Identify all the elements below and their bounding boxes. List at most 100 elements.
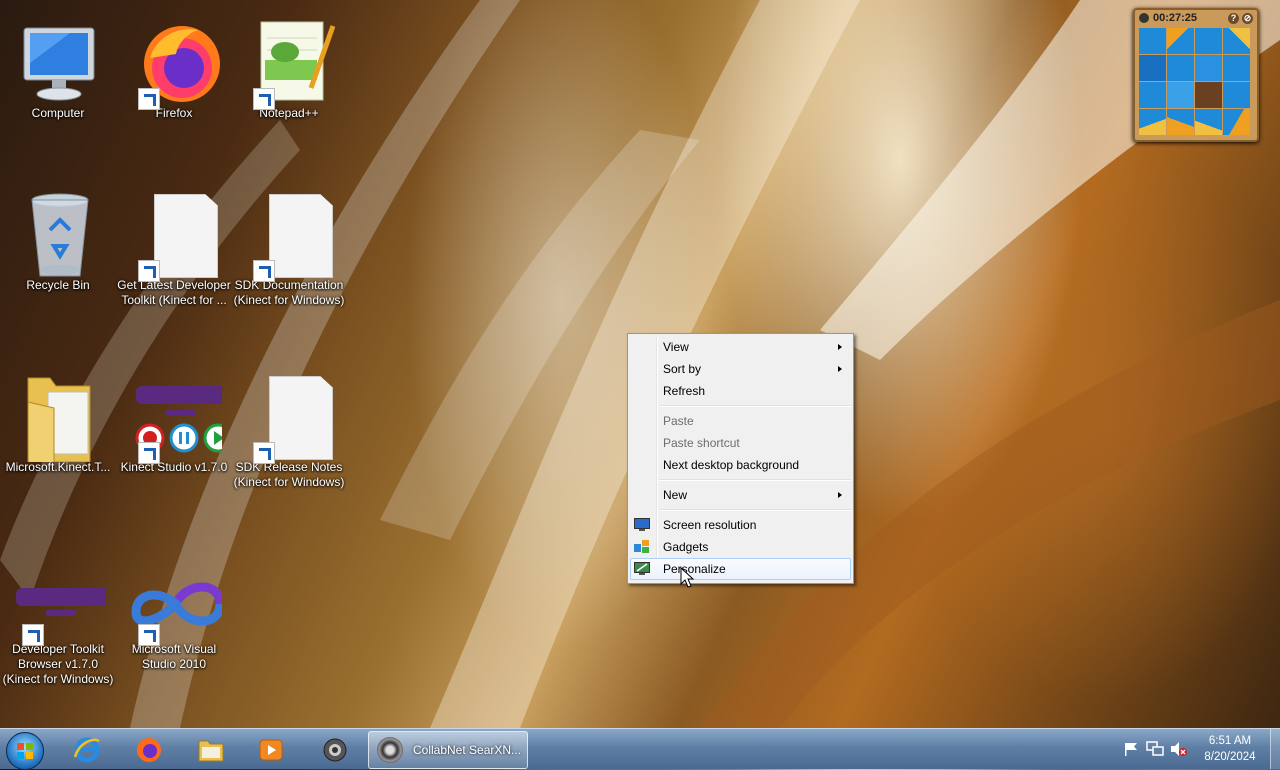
desktop-icon-label: Microsoft.Kinect.T... [5,460,111,474]
desktop-icon-label: Notepad++ [259,106,319,120]
taskbar-kinect-app[interactable] [308,732,362,768]
desktop-icon-developer-toolkit-browser[interactable]: Developer Toolkit Browser v1.7.0 (Kinect… [0,572,118,687]
computer-icon [23,27,95,101]
puzzle-tile[interactable] [1223,28,1250,54]
shortcut-arrow-icon [22,624,44,646]
puzzle-tile[interactable] [1167,82,1194,108]
menu-item-refresh[interactable]: Refresh [630,380,851,402]
taskbar-clock[interactable]: 6:51 AM 8/20/2024 [1190,733,1270,765]
file-explorer-icon [198,740,224,762]
puzzle-empty-slot [1195,82,1222,108]
menu-item-new[interactable]: New [630,484,851,506]
media-player-icon [259,739,283,761]
shortcut-arrow-icon [138,88,160,110]
submenu-arrow-icon [838,492,842,498]
show-desktop-button[interactable] [1270,729,1280,769]
taskbar-internet-explorer[interactable] [60,732,114,768]
monitor-icon [634,518,650,531]
menu-item-gadgets[interactable]: Gadgets [630,536,851,558]
shortcut-arrow-icon [253,88,275,110]
puzzle-tile[interactable] [1139,55,1166,81]
puzzle-gadget[interactable]: 00:27:25 ? ⊘ [1133,8,1259,142]
desktop-icon-firefox[interactable]: Firefox [116,18,232,121]
shortcut-arrow-icon [138,624,160,646]
desktop-icon-label: Firefox [155,106,193,120]
shortcut-arrow-icon [253,260,275,282]
shortcut-arrow-icon [138,442,160,464]
menu-item-personalize[interactable]: Personalize [630,558,851,580]
desktop-icon-label: SDK Release Notes (Kinect for Windows) [233,460,345,489]
gadgets-icon [634,540,649,553]
clock-time: 6:51 AM [1208,735,1252,747]
menu-item-paste: Paste [663,414,694,428]
windows-logo-icon [17,743,33,759]
taskbar-active-window[interactable]: CollabNet SearXN... [368,731,528,769]
gadget-title-bar: 00:27:25 ? ⊘ [1135,10,1257,26]
gadget-close-button[interactable]: ⊘ [1242,12,1253,24]
taskbar-media-player[interactable] [244,732,298,768]
menu-item-sort-by[interactable]: Sort by [630,358,851,380]
collabnet-icon [377,737,403,763]
desktop-context-menu: View Sort by Refresh Paste Paste shortcu… [627,333,854,584]
shortcut-arrow-icon [253,442,275,464]
desktop-icon-label: Get Latest Developer Toolkit (Kinect for… [117,278,231,307]
clock-date: 8/20/2024 [1204,751,1256,763]
menu-item-view[interactable]: View [630,336,851,358]
desktop-icon-label: Kinect Studio v1.7.0 [120,460,228,474]
volume-muted-icon[interactable] [1170,741,1188,757]
menu-separator [659,405,851,407]
puzzle-tile[interactable] [1139,82,1166,108]
menu-item-screen-resolution[interactable]: Screen resolution [630,514,851,536]
taskbar: CollabNet SearXN... 6:51 AM 8/20/2024 [0,728,1280,770]
puzzle-tile[interactable] [1139,28,1166,54]
taskbar-file-explorer[interactable] [184,732,238,768]
puzzle-tile[interactable] [1195,28,1222,54]
action-center-flag-icon[interactable] [1123,742,1139,756]
puzzle-tile[interactable] [1195,109,1222,135]
document-icon [269,376,333,460]
puzzle-tile[interactable] [1167,28,1194,54]
desktop-icon-recycle-bin[interactable]: Recycle Bin [0,190,116,293]
start-button[interactable] [6,732,44,770]
internet-explorer-icon [73,737,100,763]
puzzle-tile[interactable] [1167,109,1194,135]
gadget-timer: 00:27:25 [1153,12,1198,24]
shortcut-arrow-icon [138,260,160,282]
puzzle-tile[interactable] [1167,55,1194,81]
taskbar-firefox[interactable] [122,732,176,768]
puzzle-tile[interactable] [1223,55,1250,81]
desktop-icon-sdk-release-notes[interactable]: SDK Release Notes (Kinect for Windows) [231,372,347,490]
firefox-icon [137,738,161,762]
desktop-icon-label: Microsoft Visual Studio 2010 [131,642,217,671]
desktop-icon-notepad-plus-plus[interactable]: Notepad++ [231,18,347,121]
puzzle-tile[interactable] [1195,55,1222,81]
puzzle-tile[interactable] [1223,109,1250,135]
puzzle-grid [1139,28,1253,135]
desktop-icon-label: Recycle Bin [26,278,90,292]
desktop-icon-visual-studio-2010[interactable]: Microsoft Visual Studio 2010 [116,572,232,672]
taskbar-window-title: CollabNet SearXN... [413,743,522,757]
network-icon[interactable] [1146,741,1164,757]
document-icon [269,194,333,278]
mouse-cursor-icon [680,567,695,588]
kinect-app-icon [323,738,347,762]
puzzle-tile[interactable] [1139,109,1166,135]
submenu-arrow-icon [838,344,842,350]
folder-icon [27,377,91,469]
desktop-icon-label: Computer [31,106,85,120]
recycle-bin-icon [31,193,89,277]
desktop-icon-get-latest-toolkit[interactable]: Get Latest Developer Toolkit (Kinect for… [116,190,232,308]
menu-separator [659,509,851,511]
desktop-icon-computer[interactable]: Computer [0,18,116,121]
desktop-icon-label: SDK Documentation (Kinect for Windows) [233,278,345,307]
desktop-icon-label: Developer Toolkit Browser v1.7.0 (Kinect… [2,642,114,686]
submenu-arrow-icon [838,366,842,372]
personalize-icon [634,562,650,575]
menu-item-next-desktop-background[interactable]: Next desktop background [630,454,851,476]
desktop-icon-kinect-studio[interactable]: Kinect Studio v1.7.0 [116,372,233,475]
puzzle-tile[interactable] [1223,82,1250,108]
desktop-icon-sdk-documentation[interactable]: SDK Documentation (Kinect for Windows) [231,190,347,308]
gadget-help-button[interactable]: ? [1228,12,1239,24]
menu-separator [659,479,851,481]
desktop-icon-microsoft-kinect-folder[interactable]: Microsoft.Kinect.T... [0,372,116,475]
